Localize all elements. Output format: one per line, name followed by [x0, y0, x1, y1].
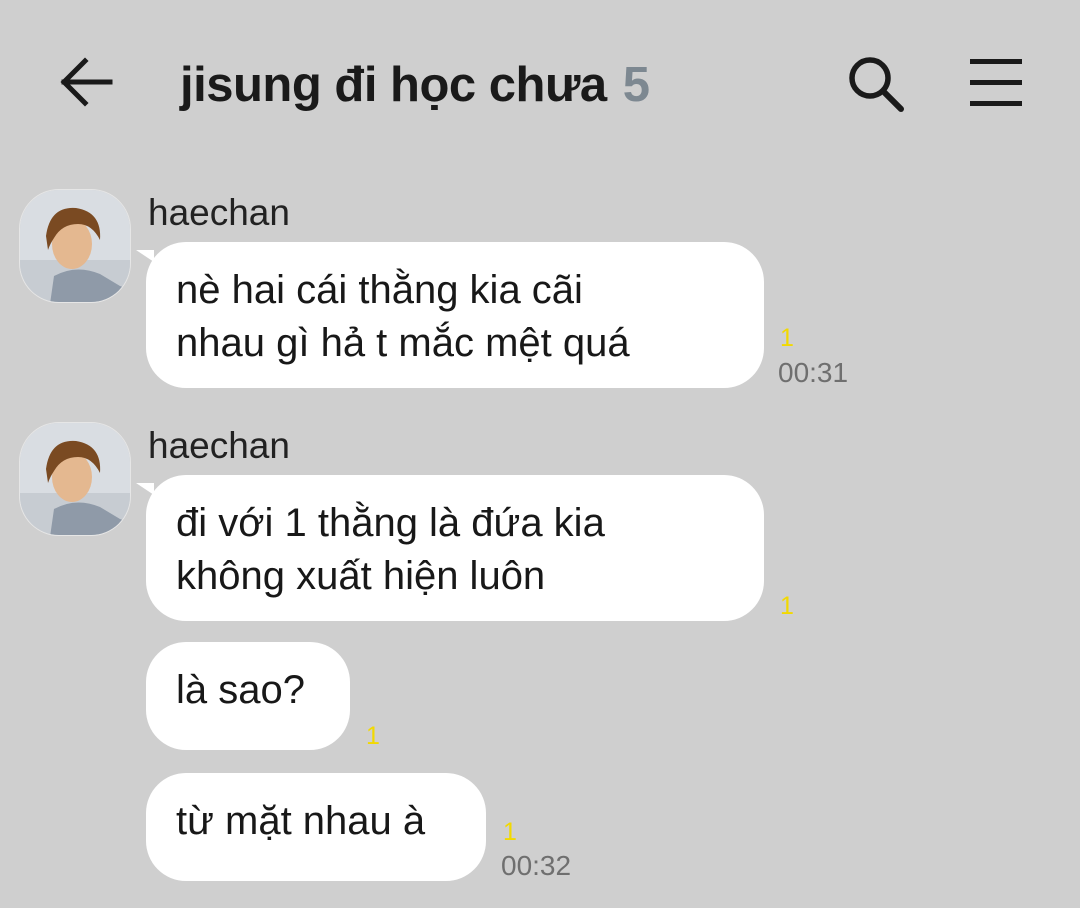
unread-count: 1: [780, 324, 794, 352]
message-text: đi với 1 thằng là đứa kia: [176, 501, 605, 545]
chat-title: jisung đi học chưa 5: [180, 50, 650, 120]
message-bubble[interactable]: từ mặt nhau à: [146, 773, 486, 881]
message-text: từ mặt nhau à: [176, 799, 426, 843]
message-time: 00:32: [501, 850, 572, 881]
message-text: nhau gì hả t mắc mệt quá: [176, 321, 630, 365]
message-bubble[interactable]: là sao?: [146, 642, 350, 750]
message-text: nè hai cái thằng kia cãi: [176, 268, 583, 312]
profile-photo: [20, 423, 130, 535]
message-bubble[interactable]: đi với 1 thằng là đứa kia không xuất hiệ…: [136, 475, 764, 621]
hamburger-menu-icon: [970, 59, 1022, 106]
avatar[interactable]: [19, 422, 131, 536]
chat-room-name: jisung đi học chưa: [180, 58, 607, 112]
message-time: 00:31: [778, 357, 849, 388]
sender-name: haechan: [148, 192, 290, 233]
message-text: là sao?: [176, 668, 305, 712]
message-text: không xuất hiện luôn: [176, 554, 546, 598]
search-icon: [849, 57, 904, 112]
member-count: 5: [622, 58, 650, 112]
back-button[interactable]: [58, 52, 118, 112]
message-bubble[interactable]: nè hai cái thằng kia cãi nhau gì hả t mắ…: [136, 242, 764, 388]
search-button[interactable]: [845, 53, 907, 115]
unread-count: 1: [503, 818, 517, 846]
unread-count: 1: [780, 592, 794, 620]
menu-button[interactable]: [966, 55, 1026, 111]
arrow-left-icon: [60, 57, 113, 107]
sender-name: haechan: [148, 425, 290, 466]
profile-photo: [20, 190, 130, 302]
avatar[interactable]: [19, 189, 131, 303]
chat-header: jisung đi học chưa 5: [0, 0, 1080, 165]
unread-count: 1: [366, 722, 380, 750]
